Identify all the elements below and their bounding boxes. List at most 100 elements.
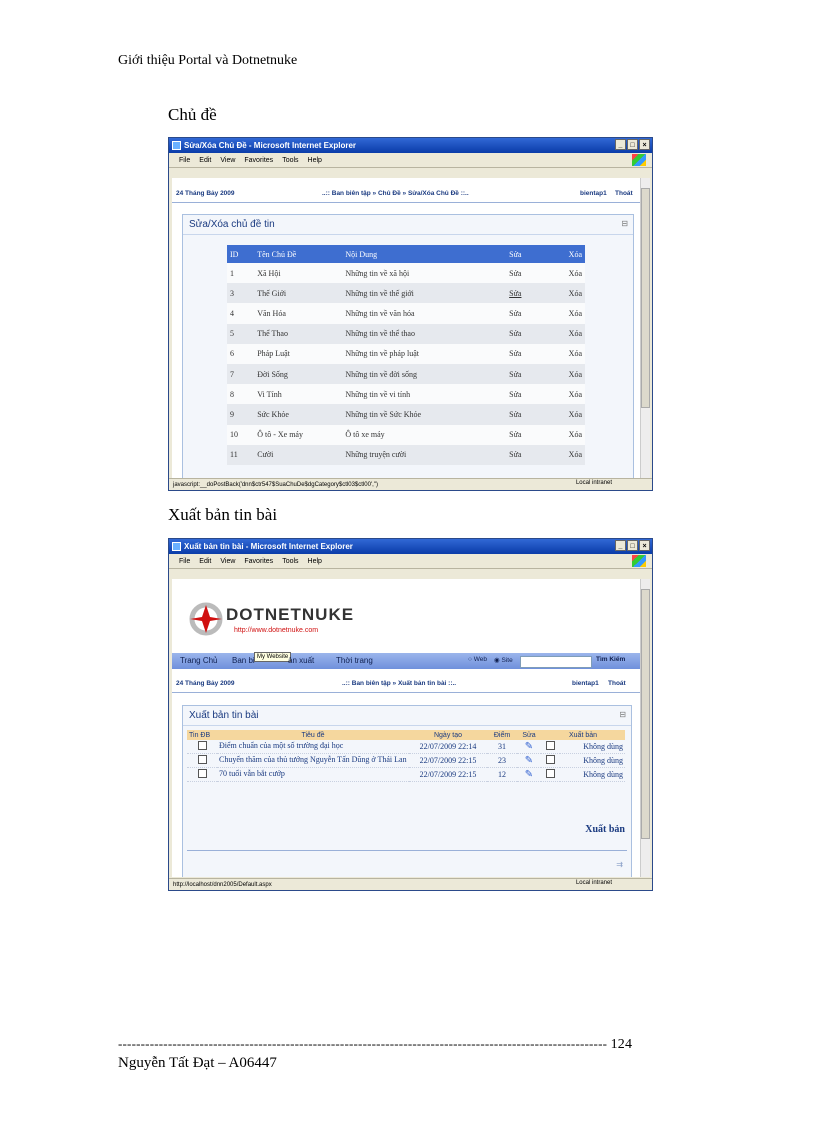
ie-window-publish: Xuất bản tin bài - Microsoft Internet Ex… (168, 538, 653, 891)
menu-file[interactable]: File (179, 157, 190, 164)
cell-status[interactable]: Không dùng (560, 753, 625, 768)
menu-tools[interactable]: Tools (282, 558, 298, 565)
close-icon[interactable]: × (639, 540, 650, 551)
edit-link[interactable]: Sửa (506, 384, 566, 405)
menu-view[interactable]: View (220, 558, 235, 565)
vertical-scrollbar[interactable] (640, 178, 650, 478)
logout-link[interactable]: Thoát (615, 190, 633, 197)
edit-link[interactable]: Sửa (506, 283, 566, 304)
radio-site[interactable]: ◉ Site (494, 656, 513, 664)
delete-link[interactable]: Xóa (565, 263, 585, 284)
maximize-icon[interactable]: □ (627, 540, 638, 551)
footer-rule: ----------------------------------------… (118, 1036, 633, 1052)
nav-fashion[interactable]: Thời trang (336, 656, 373, 665)
col-publish: Xuất bản (541, 730, 625, 740)
cell-status[interactable]: Không dùng (560, 740, 625, 754)
move-icon[interactable]: ⇉ (616, 860, 623, 869)
vertical-scrollbar[interactable] (640, 579, 650, 877)
cell-date: 22/07/2009 22:15 (409, 753, 487, 768)
collapse-icon[interactable]: ⊟ (621, 219, 628, 228)
module-title: Xuất bản tin bài ⊟ (183, 706, 631, 726)
edit-link[interactable]: Sửa (506, 343, 566, 364)
user-link[interactable]: bientap1 (580, 190, 607, 197)
table-row: 8 Vi Tính Những tin về vi tính Sửa Xóa (227, 384, 585, 405)
window-titlebar: Xuất bản tin bài - Microsoft Internet Ex… (169, 539, 652, 554)
menu-edit[interactable]: Edit (199, 157, 211, 164)
logout-link[interactable]: Thoát (608, 680, 626, 687)
delete-link[interactable]: Xóa (565, 343, 585, 364)
publish-checkbox[interactable] (541, 740, 561, 754)
menu-file[interactable]: File (179, 558, 190, 565)
menu-tools[interactable]: Tools (282, 157, 298, 164)
cell-name: Đời Sống (254, 363, 343, 385)
search-button[interactable]: Tìm Kiếm (596, 656, 625, 663)
status-text: http://localhost/dnn2005/Default.aspx (173, 881, 272, 888)
menu-edit[interactable]: Edit (199, 558, 211, 565)
menu-help[interactable]: Help (308, 157, 322, 164)
menu-help[interactable]: Help (308, 558, 322, 565)
table-row: 6 Pháp Luật Những tin về pháp luật Sửa Xóa (227, 343, 585, 364)
collapse-icon[interactable]: ⊟ (619, 710, 626, 719)
menu-favorites[interactable]: Favorites (244, 157, 273, 164)
table-row: 11 Cười Những truyện cười Sửa Xóa (227, 444, 585, 465)
logo-url[interactable]: http://www.dotnetnuke.com (234, 627, 318, 634)
publish-button[interactable]: Xuất bản (585, 824, 625, 835)
search-input[interactable] (520, 656, 592, 668)
cell-desc: Những tin về thể thao (342, 323, 507, 344)
table-row: 9 Sức Khỏe Những tin về Sức Khỏe Sửa Xóa (227, 404, 585, 425)
zone-label: Local intranet (575, 480, 612, 486)
nav-home[interactable]: Trang Chủ (180, 656, 218, 665)
cell-name: Pháp Luật (254, 343, 343, 364)
cell-title[interactable]: 70 tuổi vẫn bắt cướp (217, 767, 409, 782)
close-icon[interactable]: × (639, 139, 650, 150)
edit-pencil-icon[interactable]: ✎ (517, 767, 541, 782)
cell-title[interactable]: Điểm chuẩn của một số trường đại học (217, 740, 409, 754)
maximize-icon[interactable]: □ (627, 139, 638, 150)
edit-link[interactable]: Sửa (506, 303, 566, 324)
cell-score: 23 (487, 753, 517, 768)
col-edit: Sửa (517, 730, 541, 740)
edit-pencil-icon[interactable]: ✎ (517, 740, 541, 754)
delete-link[interactable]: Xóa (565, 323, 585, 344)
section-heading-publish: Xuất bản tin bài (168, 505, 278, 524)
radio-web[interactable]: ○ Web (468, 656, 487, 663)
nav-publish[interactable]: ản xuất (288, 656, 314, 665)
edit-link[interactable]: Sửa (506, 323, 566, 344)
featured-checkbox[interactable] (187, 753, 217, 768)
breadcrumb: ..:: Ban biên tập » Xuất bản tin bài ::.… (342, 680, 457, 687)
menu-view[interactable]: View (220, 157, 235, 164)
cell-title[interactable]: Chuyến thăm của thủ tướng Nguyễn Tấn Dũn… (217, 753, 409, 768)
cell-desc: Những tin về Sức Khỏe (342, 404, 507, 425)
minimize-icon[interactable]: _ (615, 139, 626, 150)
col-featured: Tin ĐB (187, 730, 217, 740)
menu-favorites[interactable]: Favorites (244, 558, 273, 565)
minimize-icon[interactable]: _ (615, 540, 626, 551)
nav-editorial[interactable]: Ban bi (232, 656, 255, 665)
cell-status[interactable]: Không dùng (560, 767, 625, 782)
delete-link[interactable]: Xóa (565, 283, 585, 304)
footer-author: Nguyễn Tất Đạt – A06447 (118, 1055, 277, 1071)
publish-checkbox[interactable] (541, 767, 561, 782)
publish-checkbox[interactable] (541, 753, 561, 768)
module-panel: Xuất bản tin bài ⊟ Tin ĐB Tiêu đề Ngày tạ… (182, 705, 632, 877)
edit-link[interactable]: Sửa (506, 263, 566, 284)
edit-link[interactable]: Sửa (506, 424, 566, 445)
delete-link[interactable]: Xóa (565, 384, 585, 405)
date-label: 24 Tháng Bảy 2009 (176, 680, 235, 687)
featured-checkbox[interactable] (187, 740, 217, 754)
edit-link[interactable]: Sửa (506, 404, 566, 425)
window-title: Sửa/Xóa Chủ Đề - Microsoft Internet Expl… (184, 141, 357, 150)
delete-link[interactable]: Xóa (565, 444, 585, 465)
delete-link[interactable]: Xóa (565, 363, 585, 385)
dnn-logo[interactable] (186, 599, 226, 644)
user-link[interactable]: bientap1 (572, 680, 599, 687)
status-bar: http://localhost/dnn2005/Default.aspx Lo… (169, 878, 652, 890)
edit-pencil-icon[interactable]: ✎ (517, 753, 541, 768)
delete-link[interactable]: Xóa (565, 303, 585, 324)
delete-link[interactable]: Xóa (565, 404, 585, 425)
edit-link[interactable]: Sửa (506, 363, 566, 385)
delete-link[interactable]: Xóa (565, 424, 585, 445)
windows-logo-icon (632, 154, 646, 166)
edit-link[interactable]: Sửa (506, 444, 566, 465)
featured-checkbox[interactable] (187, 767, 217, 782)
